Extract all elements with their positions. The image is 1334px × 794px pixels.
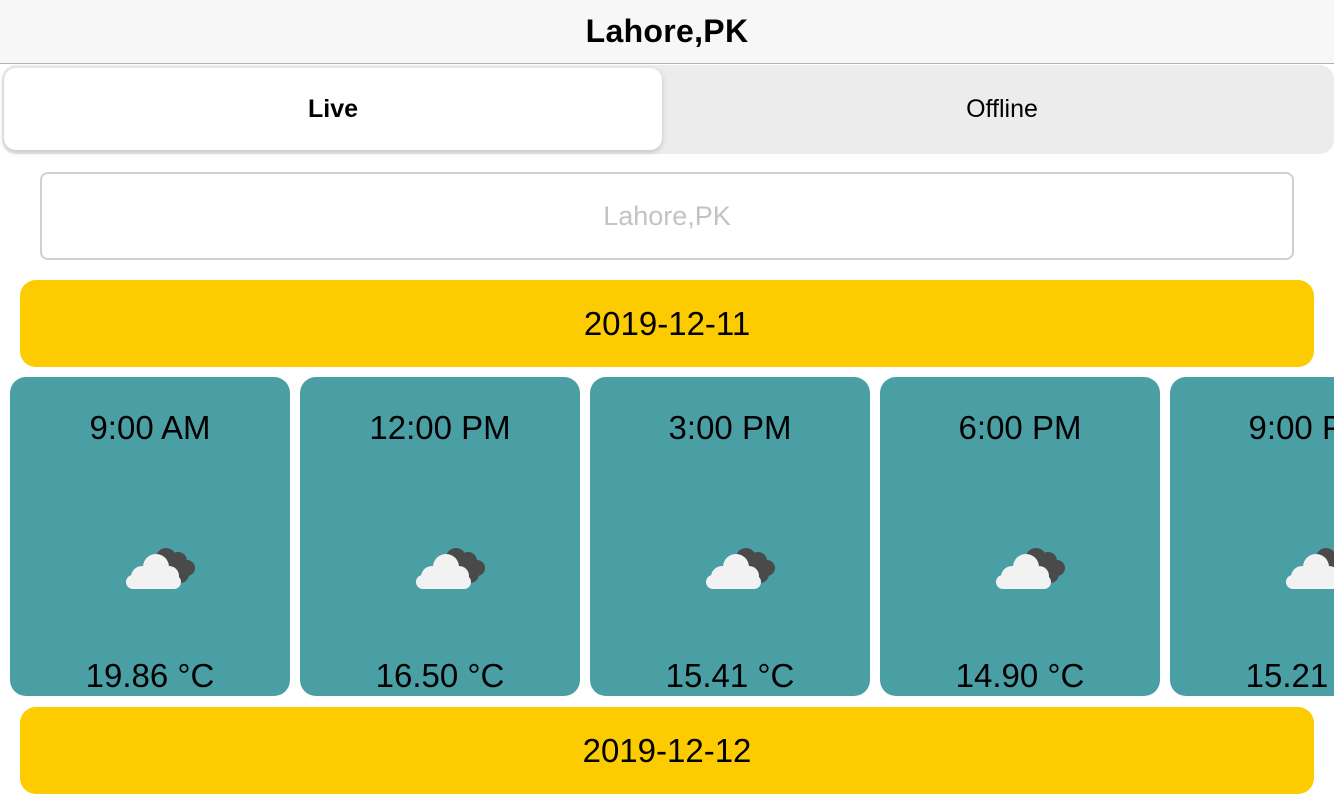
page-title: Lahore,PK xyxy=(585,13,749,49)
forecast-card[interactable]: 9:00 AM 19.86 °C xyxy=(10,377,290,696)
date-header: 2019-12-11 xyxy=(20,280,1314,367)
navigation-bar: Lahore,PK xyxy=(0,0,1334,64)
cloudy-icon xyxy=(996,548,1065,589)
forecast-temperature: 15.21 °C xyxy=(1245,657,1334,694)
city-search-input[interactable] xyxy=(42,173,1292,259)
forecast-row[interactable]: 9:00 AM 19.86 °C 12:00 PM 16.50 °C 3:00 … xyxy=(0,377,1334,697)
cloudy-icon xyxy=(706,548,775,589)
forecast-temperature: 14.90 °C xyxy=(955,657,1085,694)
forecast-time: 3:00 PM xyxy=(668,409,792,446)
forecast-card[interactable]: 12:00 PM 16.50 °C xyxy=(300,377,580,696)
mode-segmented-control: Live Offline xyxy=(2,65,1334,154)
forecast-card[interactable]: 3:00 PM 15.41 °C xyxy=(590,377,870,696)
forecast-time: 6:00 PM xyxy=(958,409,1082,446)
forecast-card[interactable]: 9:00 PM 15.21 °C xyxy=(1170,377,1334,696)
forecast-time: 12:00 PM xyxy=(369,409,511,446)
forecast-temperature: 19.86 °C xyxy=(85,657,215,694)
segment-live[interactable]: Live xyxy=(4,68,662,150)
forecast-temperature: 15.41 °C xyxy=(665,657,795,694)
cloudy-icon xyxy=(126,548,195,589)
forecast-temperature: 16.50 °C xyxy=(375,657,505,694)
forecast-card[interactable]: 6:00 PM 14.90 °C xyxy=(880,377,1160,696)
date-header: 2019-12-12 xyxy=(20,707,1314,794)
forecast-time: 9:00 PM xyxy=(1248,409,1334,446)
cloudy-icon xyxy=(416,548,485,589)
forecast-time: 9:00 AM xyxy=(89,409,211,446)
city-search-field xyxy=(40,172,1294,260)
segment-offline[interactable]: Offline xyxy=(672,68,1332,150)
cloudy-icon xyxy=(1286,548,1334,589)
